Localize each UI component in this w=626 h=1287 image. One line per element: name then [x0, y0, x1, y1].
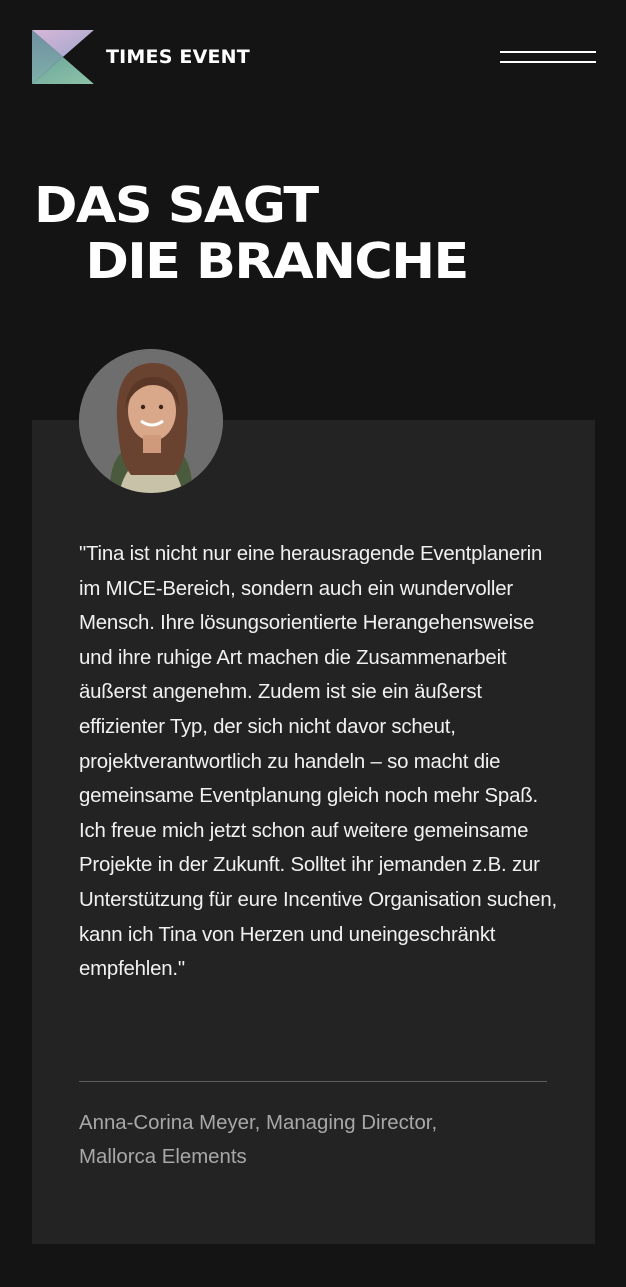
site-header: TIMES EVENT [32, 28, 596, 86]
menu-line [500, 61, 596, 63]
hamburger-menu-icon[interactable] [500, 47, 596, 67]
page-title: DAS SAGT DIE BRANCHE [34, 177, 469, 290]
divider [79, 1081, 547, 1082]
author-name-title: Anna-Corina Meyer, Managing Director, [79, 1112, 438, 1134]
brand-name: TIMES EVENT [106, 46, 250, 68]
testimonial-quote: "Tina ist nicht nur eine herausragende E… [79, 543, 557, 981]
title-line-1: DAS SAGT [34, 177, 319, 234]
title-line-2: DIE BRANCHE [85, 233, 469, 290]
page: TIMES EVENT DAS SAGT DIE BRANCHE "Tina i… [0, 0, 626, 1287]
avatar-portrait-icon [79, 349, 223, 493]
testimonial-author: Anna-Corina Meyer, Managing Director, Ma… [79, 1106, 549, 1174]
times-event-logo-icon [32, 30, 94, 84]
avatar [79, 349, 223, 493]
author-company: Mallorca Elements [79, 1146, 247, 1168]
menu-line [500, 51, 596, 53]
brand-link[interactable]: TIMES EVENT [32, 30, 250, 84]
